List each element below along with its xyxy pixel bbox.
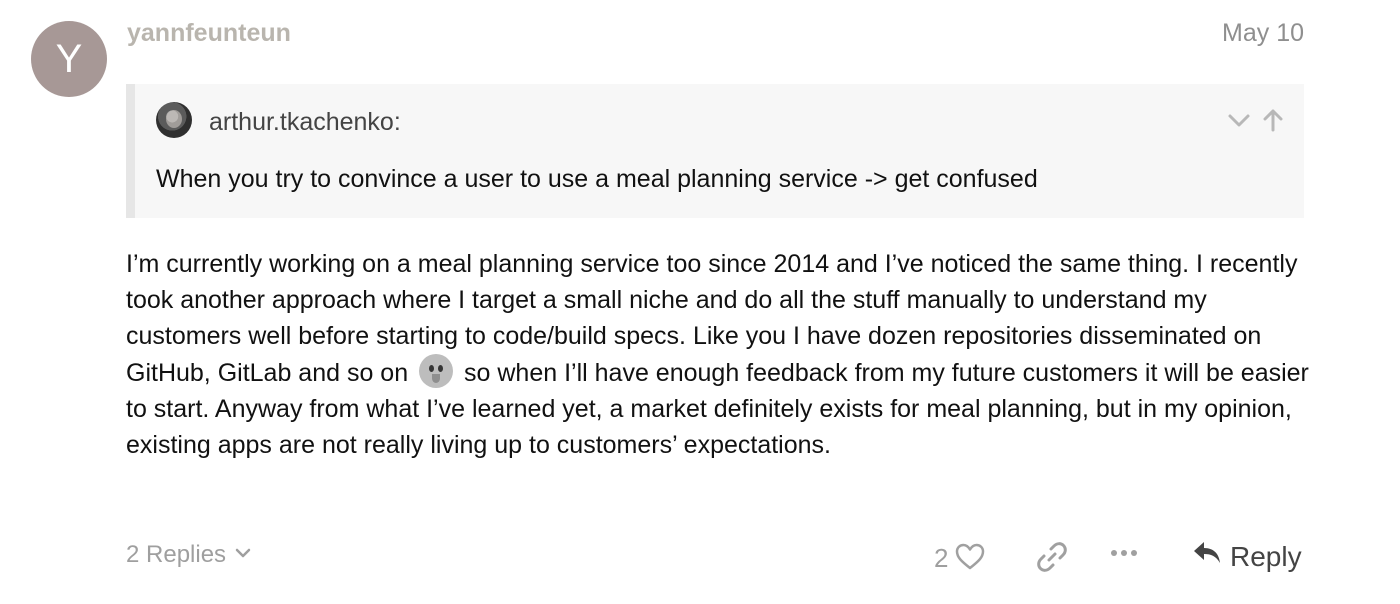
post-date[interactable]: May 10 [1222,19,1304,48]
quote-author[interactable]: arthur.tkachenko: [209,108,401,137]
username[interactable]: yannfeunteun [127,19,291,48]
user-avatar[interactable]: Y [31,21,107,97]
chevron-down-icon[interactable] [1226,107,1252,133]
arrow-up-icon[interactable] [1260,107,1286,133]
chevron-down-icon [234,541,252,569]
quote-block: arthur.tkachenko: When you try to convin… [126,84,1304,218]
reply-label: Reply [1230,540,1302,572]
replies-button[interactable]: 2 Replies [126,541,252,569]
avatar-letter: Y [55,37,83,81]
replies-label: 2 Replies [126,541,227,568]
reply-icon [1192,539,1222,574]
like-count: 2 [934,543,949,573]
link-icon[interactable] [1036,541,1068,573]
more-icon[interactable] [1110,547,1138,559]
heart-icon [954,541,986,576]
reply-button[interactable]: Reply [1192,539,1302,574]
post-body: I’m currently working on a meal planning… [126,246,1321,463]
quote-author-avatar[interactable] [156,102,192,138]
quote-text: When you try to convince a user to use a… [156,165,1038,193]
post-footer: 2 Replies 2 Reply [0,537,1400,581]
quote-controls [1226,107,1286,133]
stuck-out-tongue-emoji-icon [419,354,454,388]
like-button[interactable]: 2 [934,541,986,576]
